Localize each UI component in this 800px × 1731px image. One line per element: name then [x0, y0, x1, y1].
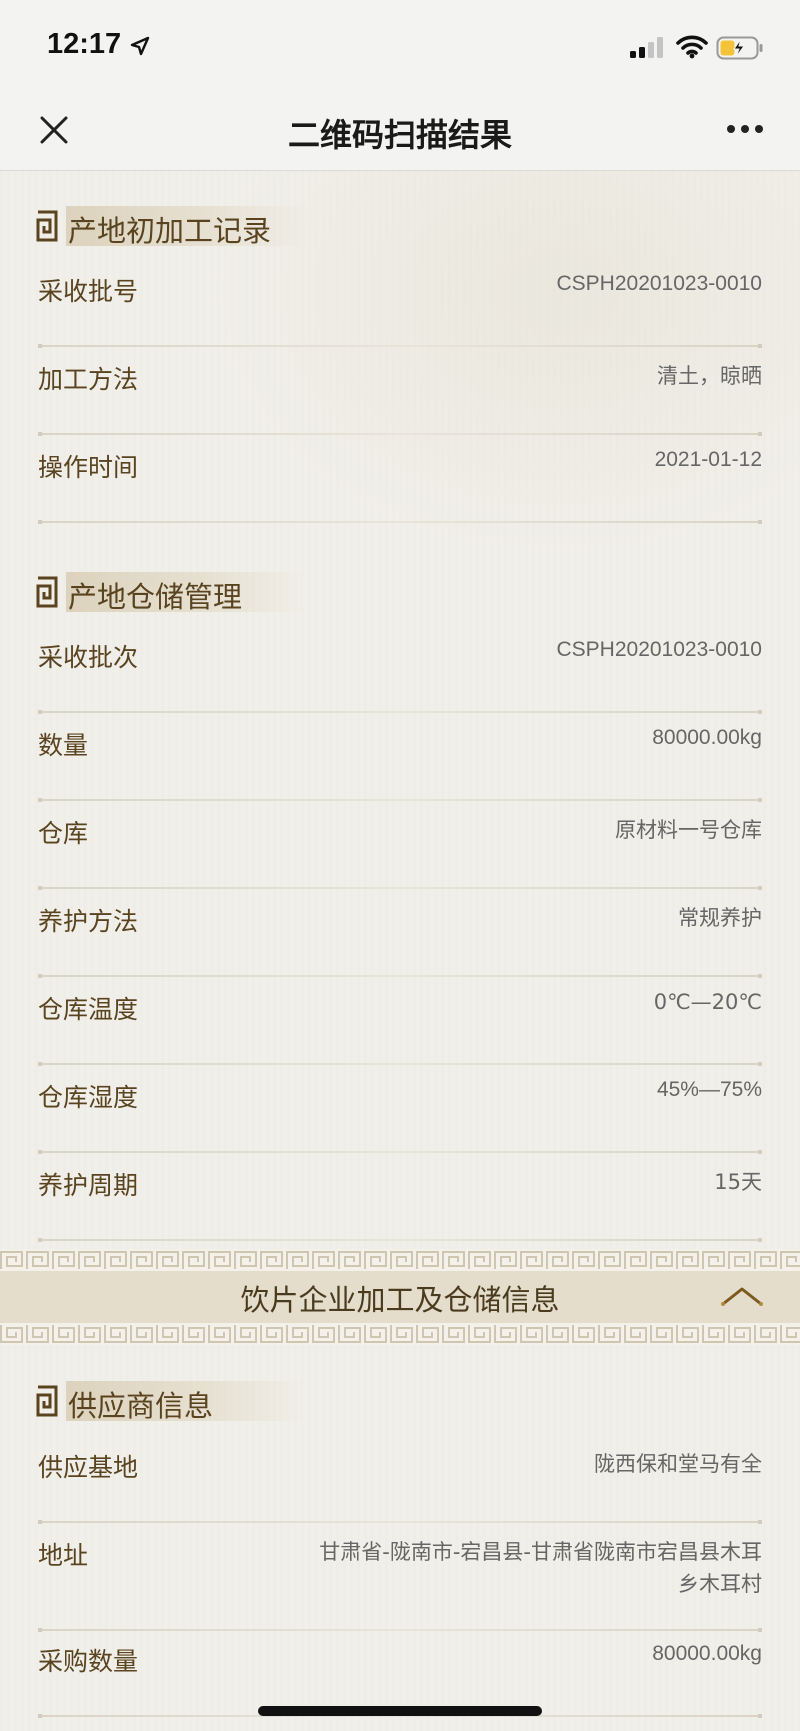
- fret-pattern-icon: [36, 210, 58, 242]
- list-item: 数量 80000.00kg: [38, 714, 762, 802]
- row-value: 2021-01-12: [654, 448, 762, 471]
- row-key: 供应基地: [38, 1453, 139, 1482]
- row-key: 操作时间: [38, 453, 139, 482]
- collapsible-banner[interactable]: 饮片企业加工及仓储信息: [0, 1249, 800, 1345]
- list-item: 养护方法 常规养护: [38, 890, 762, 978]
- fret-border-bottom: [0, 1323, 800, 1345]
- row-key: 地址: [38, 1541, 89, 1570]
- banner-title: 饮片企业加工及仓储信息: [240, 1283, 560, 1317]
- row-divider: [38, 1238, 762, 1242]
- section-title: 供应商信息: [68, 1389, 214, 1423]
- row-value: 0℃—20℃: [653, 990, 762, 1014]
- section-title: 产地初加工记录: [68, 214, 272, 248]
- list-item: 供应基地 陇西保和堂马有全: [38, 1436, 762, 1524]
- list-item: 采购数量 80000.00kg: [38, 1630, 762, 1718]
- list-item: 操作时间 2021-01-12: [38, 436, 762, 524]
- list-item: 仓库温度 0℃—20℃: [38, 978, 762, 1066]
- status-time: 12:17: [47, 28, 122, 60]
- row-value: 80000.00kg: [652, 726, 762, 749]
- row-key: 数量: [38, 731, 89, 760]
- cellular-signal-icon: [630, 37, 663, 58]
- row-value: 15天: [714, 1170, 762, 1194]
- fret-pattern-icon: [36, 576, 58, 608]
- fret-border-top: [0, 1249, 800, 1271]
- row-key: 加工方法: [38, 365, 139, 394]
- list-item: 仓库 原材料一号仓库: [38, 802, 762, 890]
- home-indicator[interactable]: [258, 1706, 542, 1716]
- address-line-1: 甘肃省-陇南市-宕昌县-甘肃省陇南市宕昌县木耳: [319, 1540, 762, 1564]
- list-item: 采收批次 CSPH20201023-0010: [38, 626, 762, 714]
- list-item: 养护周期 15天: [38, 1154, 762, 1242]
- more-icon[interactable]: [726, 124, 764, 134]
- row-key: 养护周期: [38, 1171, 139, 1200]
- section-title: 产地仓储管理: [68, 580, 243, 614]
- chevron-up-icon[interactable]: [720, 1285, 764, 1307]
- row-key: 采收批次: [38, 643, 139, 672]
- row-key: 仓库温度: [38, 995, 139, 1024]
- row-divider: [38, 520, 762, 524]
- location-arrow-icon: [130, 36, 150, 56]
- row-value: 清土，晾晒: [657, 364, 762, 388]
- content-area: 产地初加工记录 采收批号 CSPH20201023-0010 加工方法 清土，晾…: [0, 171, 800, 1731]
- wifi-icon: [676, 35, 708, 59]
- list-item: 加工方法 清土，晾晒: [38, 348, 762, 436]
- row-key: 仓库: [38, 819, 89, 848]
- page-title: 二维码扫描结果: [287, 116, 512, 154]
- list-item: 仓库湿度 45%—75%: [38, 1066, 762, 1154]
- row-key: 养护方法: [38, 907, 139, 936]
- address-line-2: 乡木耳村: [678, 1572, 762, 1596]
- list-item: 地址 甘肃省-陇南市-宕昌县-甘肃省陇南市宕昌县木耳 乡木耳村: [38, 1524, 762, 1632]
- row-key: 采收批号: [38, 277, 139, 306]
- row-key: 仓库湿度: [38, 1083, 139, 1112]
- row-value: CSPH20201023-0010: [556, 272, 763, 295]
- status-bar: 12:17: [0, 0, 800, 92]
- navigation-bar: 二维码扫描结果: [0, 92, 800, 171]
- battery-charging-icon: [716, 36, 763, 60]
- row-value: 80000.00kg: [652, 1642, 762, 1665]
- row-key: 采购数量: [38, 1647, 139, 1676]
- fret-pattern-icon: [36, 1385, 58, 1417]
- list-item: 采收批号 CSPH20201023-0010: [38, 260, 762, 348]
- row-value: 陇西保和堂马有全: [594, 1452, 762, 1476]
- row-value: 45%—75%: [656, 1078, 762, 1101]
- row-value: CSPH20201023-0010: [556, 638, 763, 661]
- row-value: 常规养护: [678, 906, 762, 930]
- row-value: 原材料一号仓库: [615, 818, 762, 842]
- row-value: 甘肃省-陇南市-宕昌县-甘肃省陇南市宕昌县木耳 乡木耳村: [319, 1536, 762, 1600]
